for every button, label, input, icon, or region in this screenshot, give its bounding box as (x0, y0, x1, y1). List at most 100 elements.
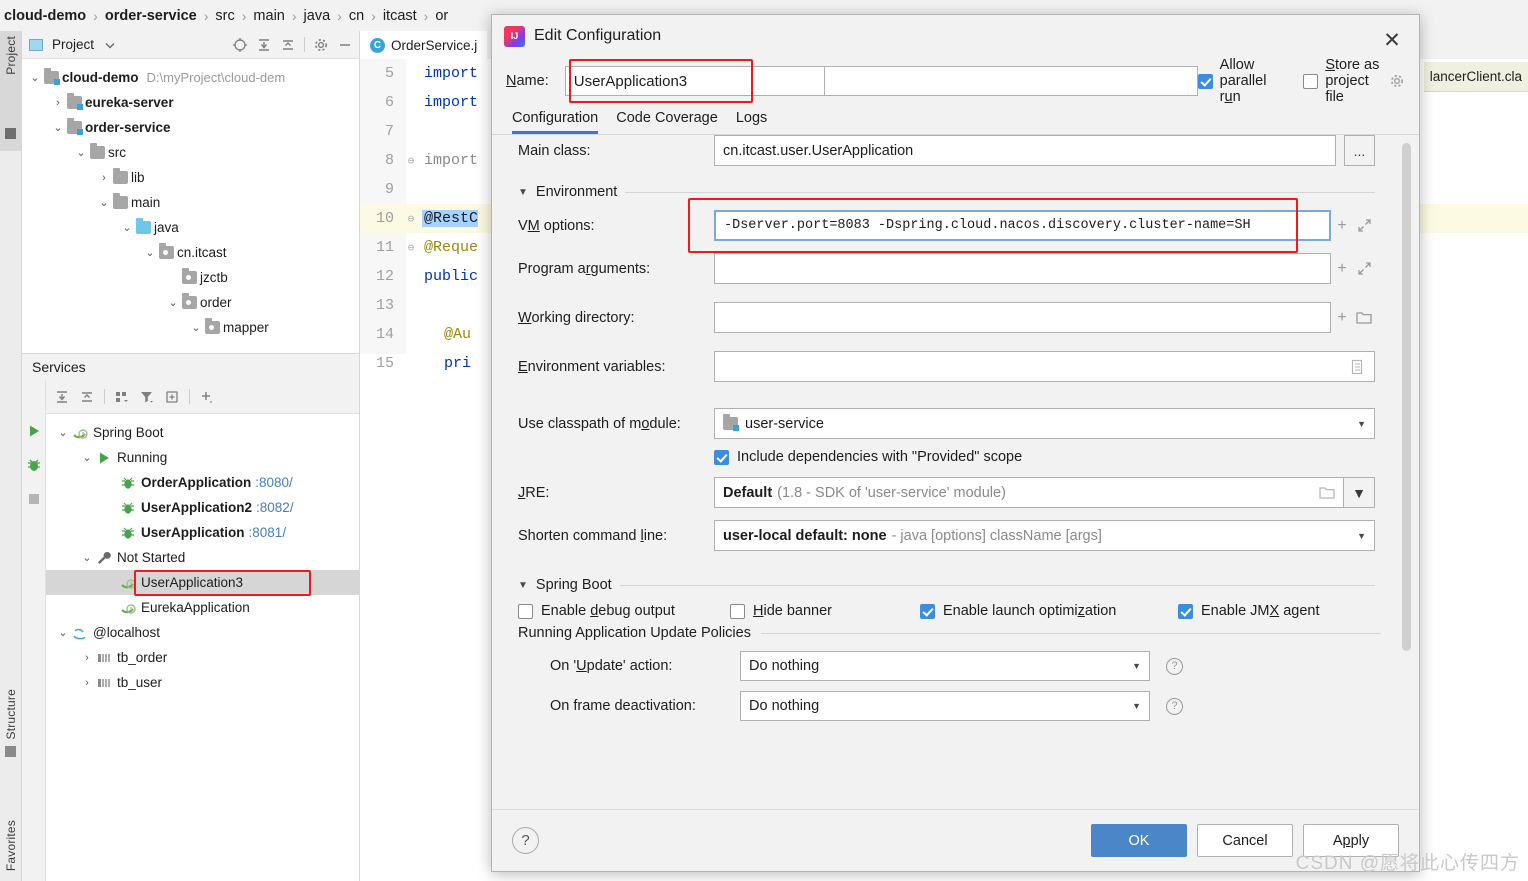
project-tree-item-main[interactable]: ⌄ main (22, 190, 359, 215)
project-tree-item-src[interactable]: ⌄ src (22, 140, 359, 165)
chevron-right-icon[interactable]: › (95, 172, 113, 184)
ok-button[interactable]: OK (1091, 824, 1187, 857)
tool-window-button-favorites[interactable]: Favorites (4, 820, 18, 871)
chevron-down-icon[interactable]: ⌄ (78, 451, 96, 464)
enable-jmx-agent-checkbox[interactable]: Enable JMX agent (1178, 603, 1320, 619)
chevron-down-icon[interactable]: › (102, 577, 120, 589)
breadcrumb-item-4[interactable]: java (304, 8, 331, 24)
project-tree[interactable]: ⌄ cloud-demo D:\myProject\cloud-dem › eureka… (22, 59, 359, 340)
project-tree-item-java[interactable]: ⌄ java (22, 215, 359, 240)
tab-code-coverage[interactable]: Code Coverage (616, 110, 718, 134)
environment-section-header[interactable]: ▼ Environment (492, 184, 1401, 200)
cancel-button[interactable]: Cancel (1197, 824, 1293, 857)
chevron-down-icon[interactable]: › (102, 602, 120, 614)
stop-icon[interactable] (22, 482, 46, 516)
services-tree-item-orderapplication[interactable]: › OrderApplication:8080/ (46, 470, 359, 495)
project-tree-item-order-service[interactable]: ⌄ order-service (22, 115, 359, 140)
tool-window-button-structure[interactable]: Structure (4, 689, 18, 740)
chevron-down-icon[interactable]: ⌄ (54, 626, 72, 639)
services-tree-item-not-started[interactable]: ⌄ Not Started (46, 545, 359, 570)
tab-configuration[interactable]: Configuration (512, 110, 599, 134)
project-tree-item-order[interactable]: ⌄ order (22, 290, 359, 315)
allow-parallel-run-checkbox[interactable]: Allow parallel run (1197, 57, 1278, 105)
expand-all-icon[interactable] (256, 37, 272, 53)
chevron-down-icon[interactable]: › (102, 502, 120, 514)
jre-dropdown-button[interactable]: ▼ (1344, 477, 1375, 508)
breadcrumb-item-0[interactable]: cloud-demo (4, 8, 86, 24)
enable-debug-output-checkbox[interactable]: Enable debug output (518, 603, 730, 619)
help-icon[interactable]: ? (1166, 657, 1183, 675)
run-icon[interactable] (22, 414, 46, 448)
add-icon[interactable] (199, 389, 215, 405)
services-port-label[interactable]: :8082/ (256, 500, 294, 515)
minimize-icon[interactable] (337, 37, 353, 53)
locate-icon[interactable] (232, 37, 248, 53)
environment-variables-input[interactable] (714, 351, 1375, 382)
project-tree-item-jzctb[interactable]: › jzctb (22, 265, 359, 290)
breadcrumb-item-1[interactable]: order-service (105, 8, 197, 24)
project-tree-item-eureka-server[interactable]: › eureka-server (22, 90, 359, 115)
chevron-down-icon[interactable]: ⌄ (118, 221, 136, 234)
hide-banner-checkbox[interactable]: Hide banner (730, 603, 920, 619)
chevron-down-icon[interactable]: ⌄ (187, 321, 205, 334)
services-tree-item-userapplication[interactable]: › UserApplication:8081/ (46, 520, 359, 545)
chevron-down-icon[interactable]: ⌄ (95, 196, 113, 209)
include-provided-scope-checkbox[interactable]: Include dependencies with "Provided" sco… (492, 449, 1401, 465)
main-class-browse-button[interactable]: ... (1344, 135, 1375, 166)
chevron-right-icon[interactable]: › (78, 652, 96, 664)
add-tab-icon[interactable] (164, 389, 180, 405)
use-classpath-of-module-combo[interactable]: user-service ▼ (714, 408, 1375, 439)
chevron-down-icon[interactable]: ⌄ (78, 551, 96, 564)
add-macro-icon[interactable]: + (1331, 217, 1353, 235)
breadcrumb-item-3[interactable]: main (253, 8, 284, 24)
tab-logs[interactable]: Logs (736, 110, 767, 134)
on-frame-deactivation-combo[interactable]: Do nothing ▼ (740, 691, 1150, 721)
services-tree-item-tb-user[interactable]: › tb_user (46, 670, 359, 695)
services-tree-item-spring-boot[interactable]: ⌄ Spring Boot (46, 420, 359, 445)
chevron-down-icon[interactable]: › (102, 527, 120, 539)
expand-icon[interactable] (1353, 218, 1375, 233)
shorten-command-line-combo[interactable]: user-local default: none - java [options… (714, 520, 1375, 551)
chevron-down-icon[interactable]: ⌄ (26, 71, 44, 84)
chevron-down-icon[interactable]: ⌄ (164, 296, 182, 309)
dialog-scrollbar-thumb[interactable] (1402, 143, 1411, 651)
collapse-all-icon[interactable] (79, 389, 95, 405)
help-icon[interactable]: ? (1166, 697, 1183, 715)
chevron-down-icon[interactable]: ⌄ (141, 246, 159, 259)
project-tree-item-mapper[interactable]: ⌄ mapper (22, 315, 359, 340)
group-by-icon[interactable] (114, 389, 130, 405)
chevron-down-icon[interactable]: ⌄ (49, 121, 67, 134)
services-tree-item-userapplication3[interactable]: › UserApplication3 (46, 570, 359, 595)
breadcrumb-item-2[interactable]: src (215, 8, 234, 24)
store-as-project-file-checkbox[interactable]: Store as project file (1303, 57, 1405, 105)
services-tree-item-userapplication2[interactable]: › UserApplication2:8082/ (46, 495, 359, 520)
dialog-scrollbar[interactable] (1401, 143, 1412, 698)
list-icon[interactable] (1350, 359, 1366, 375)
editor-tab-loadbalancer-client[interactable]: lancerClient.cla (1423, 62, 1528, 92)
spring-boot-section-header[interactable]: ▼ Spring Boot (492, 577, 1401, 593)
gear-icon[interactable] (1389, 73, 1405, 89)
close-icon[interactable]: ✕ (1379, 27, 1405, 53)
chevron-down-icon[interactable]: › (102, 477, 120, 489)
help-icon[interactable]: ? (512, 827, 539, 854)
services-port-label[interactable]: :8080/ (255, 475, 293, 490)
jre-combo[interactable]: Default (1.8 - SDK of 'user-service' mod… (714, 477, 1344, 508)
tool-window-button-project[interactable]: Project (4, 36, 18, 75)
working-directory-input[interactable] (714, 302, 1331, 333)
folder-icon[interactable] (1353, 310, 1375, 325)
program-arguments-input[interactable] (714, 253, 1331, 284)
chevron-down-icon[interactable] (102, 37, 118, 53)
project-tree-item-cloud-demo[interactable]: ⌄ cloud-demo D:\myProject\cloud-dem (22, 65, 359, 90)
main-class-input[interactable]: cn.itcast.user.UserApplication (714, 135, 1336, 166)
editor-tab-orderservice[interactable]: C OrderService.j (360, 31, 488, 59)
collapse-all-icon[interactable] (280, 37, 296, 53)
name-input-extension[interactable] (824, 66, 1198, 96)
services-tree-item--localhost[interactable]: ⌄ @localhost (46, 620, 359, 645)
add-macro-icon[interactable]: + (1331, 309, 1353, 327)
services-tree-item-eurekaapplication[interactable]: › EurekaApplication (46, 595, 359, 620)
project-tree-item-cn-itcast[interactable]: ⌄ cn.itcast (22, 240, 359, 265)
name-input[interactable]: UserApplication3 (564, 66, 825, 96)
services-tree[interactable]: ⌄Spring Boot⌄Running›OrderApplication:80… (46, 414, 359, 695)
folder-icon[interactable] (1319, 485, 1335, 501)
expand-icon[interactable] (1353, 261, 1375, 276)
